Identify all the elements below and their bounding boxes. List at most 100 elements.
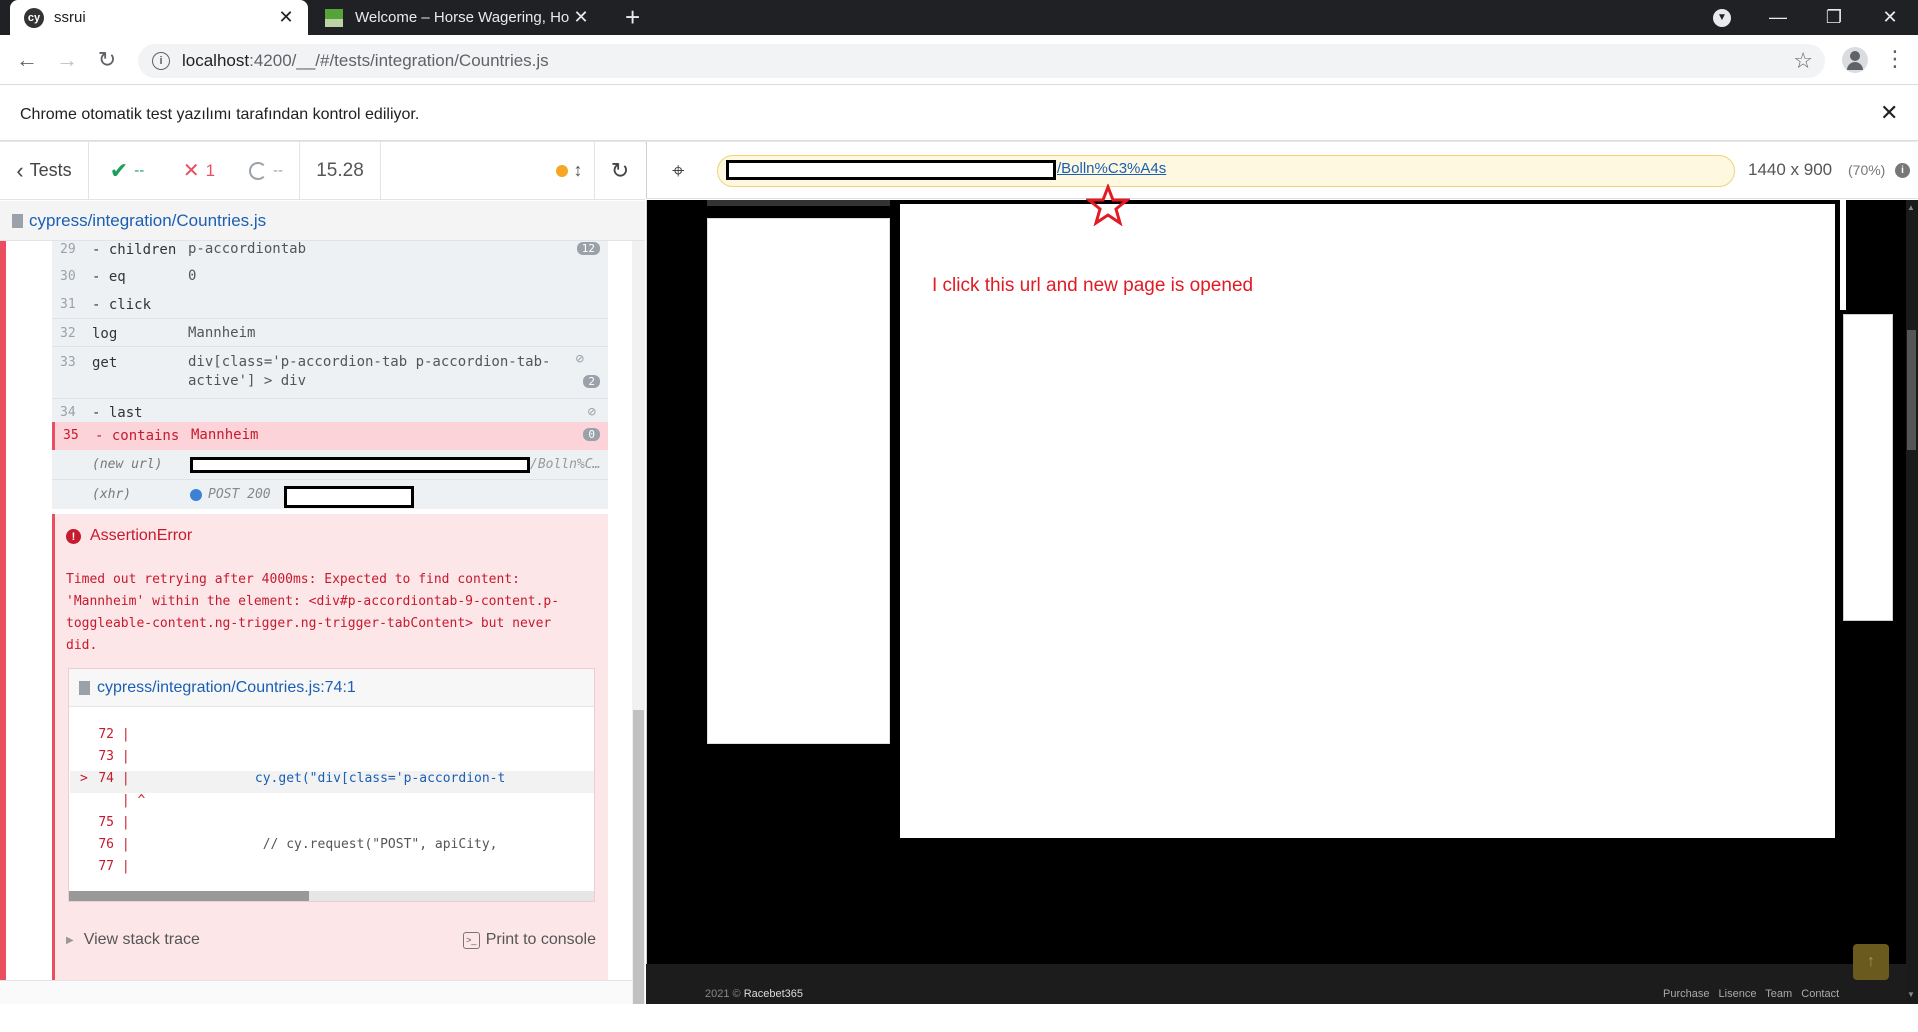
aut-left-tab	[707, 200, 890, 206]
forward-icon[interactable]: →	[54, 47, 80, 73]
eye-slash-icon: ⊘	[587, 404, 596, 420]
url-host: localhost	[182, 51, 250, 70]
file-icon	[79, 680, 90, 695]
reporter-scrollbar-thumb[interactable]	[633, 710, 644, 1004]
command-row[interactable]: 31 - click	[52, 291, 608, 319]
browser-tab-ssrui[interactable]: cy ssrui ✕	[10, 0, 308, 35]
scroll-arrows-icon: ↕	[573, 160, 583, 180]
footer-copyright: 2021 © Racebet365	[705, 988, 804, 1000]
code-line-highlighted: >74 | cy.get("div[class='p-accordion-t	[70, 771, 594, 793]
x-icon: ✕	[182, 160, 200, 182]
scroll-to-top-button[interactable]: ↑	[1853, 944, 1889, 980]
code-file-link[interactable]: cypress/integration/Countries.js:74:1	[97, 679, 356, 697]
cypress-icon: cy	[24, 7, 44, 28]
failed-test-indicator	[0, 241, 6, 981]
xhr-row[interactable]: (xhr) POST 200	[52, 481, 608, 509]
run-duration: 15.28	[316, 159, 364, 181]
redacted-aut-url	[726, 160, 1056, 180]
scroll-down-arrow-icon[interactable]: ▼	[1907, 990, 1915, 999]
site-info-icon[interactable]: i	[152, 52, 170, 70]
rerun-icon[interactable]: ↻	[595, 158, 645, 184]
tab-search-icon[interactable]: ▼	[1694, 0, 1750, 35]
viewport-size: 1440 x 900	[1748, 160, 1833, 179]
tab-title: Welcome – Horse Wagering, Hor	[355, 9, 569, 26]
triangle-right-icon: ▶	[66, 934, 74, 946]
failed-count[interactable]: ✕ 1	[165, 158, 233, 183]
terminal-icon: >_	[462, 931, 480, 949]
bookmark-star-icon[interactable]: ☆	[1793, 48, 1813, 74]
stack-trace-row: ▶ View stack trace >_ Print to console	[66, 925, 596, 955]
code-frame-header: cypress/integration/Countries.js:74:1	[69, 669, 594, 707]
command-row[interactable]: 32 log Mannheim	[52, 320, 608, 348]
profile-avatar-icon[interactable]	[1842, 47, 1868, 73]
code-line: 75 |	[98, 815, 130, 830]
star-annotation-icon	[1086, 184, 1130, 226]
eye-slash-icon: ⊘	[575, 351, 584, 367]
code-line: 73 |	[98, 749, 130, 764]
minimize-button[interactable]: —	[1750, 0, 1806, 35]
error-title: AssertionError	[90, 527, 193, 544]
info-icon[interactable]: i	[1895, 163, 1910, 178]
tests-label: Tests	[29, 160, 72, 180]
error-icon: !	[66, 529, 81, 544]
new-tab-button[interactable]: +	[625, 4, 640, 30]
tab-title: ssrui	[54, 9, 86, 26]
command-row-failed[interactable]: 35 - contains Mannheim 0	[52, 422, 608, 450]
close-icon[interactable]: ✕	[1880, 100, 1898, 126]
browser-tab-horse-wagering[interactable]: Welcome – Horse Wagering, Hor ✕	[317, 0, 603, 35]
infobar-text: Chrome otomatik test yazılımı tarafından…	[20, 106, 420, 123]
view-stack-trace-button[interactable]: View stack trace	[84, 931, 200, 949]
new-url-row[interactable]: (new url) /Bolln%C…	[52, 451, 608, 479]
command-row[interactable]: 30 - eq 0	[52, 263, 608, 291]
menu-kebab-icon[interactable]: ⋮	[1884, 46, 1906, 72]
close-icon[interactable]: ✕	[569, 7, 593, 28]
close-window-button[interactable]: ✕	[1862, 0, 1918, 35]
status-dot-icon	[555, 164, 568, 177]
reload-icon[interactable]: ↻	[94, 47, 120, 73]
aut-scrollbar[interactable]	[1906, 200, 1918, 1004]
check-icon: ✔	[109, 157, 129, 183]
annotation-text: I click this url and new page is opened	[932, 275, 1254, 296]
element-count-badge: 2	[583, 375, 600, 388]
footer-links[interactable]: Purchase Lisence Team Contact	[1663, 988, 1839, 1000]
auto-scroll-toggle[interactable]: ↕	[544, 160, 594, 181]
aut-sidebar-panel	[707, 218, 890, 744]
tests-button[interactable]: ‹ Tests	[0, 158, 88, 184]
aut-divider	[1840, 200, 1846, 310]
code-line: 76 | // cy.request("POST", apiCity,	[98, 837, 498, 852]
horse-site-icon	[325, 8, 343, 27]
chevron-left-icon: ‹	[16, 157, 24, 183]
passed-count[interactable]: ✔ --	[89, 158, 165, 184]
code-line: | ^	[121, 793, 146, 808]
code-line: 77 |	[98, 859, 130, 874]
redacted-xhr-url	[284, 486, 414, 508]
element-count-badge: 12	[576, 242, 600, 255]
file-icon	[12, 213, 23, 228]
viewport-zoom: (70%)	[1848, 162, 1886, 178]
back-icon[interactable]: ←	[14, 47, 40, 73]
command-row[interactable]: 29 - children p-accordiontab 12	[52, 236, 608, 264]
spec-path-link[interactable]: cypress/integration/Countries.js	[29, 211, 266, 231]
aut-scrollbar-thumb[interactable]	[1907, 330, 1916, 450]
arrow-up-icon: ↑	[1867, 953, 1875, 970]
code-line: 72 |	[98, 727, 130, 742]
redacted-url	[190, 457, 530, 473]
pending-count[interactable]: --	[233, 161, 299, 180]
pending-circle-icon	[249, 161, 267, 180]
restore-button[interactable]: ❐	[1806, 0, 1862, 35]
address-bar[interactable]: i localhost:4200/__/#/tests/integration/…	[138, 44, 1825, 78]
selector-playground-icon[interactable]: ⌖	[672, 158, 684, 184]
command-row[interactable]: 33 get div[class='p-accordion-tab p-acco…	[52, 349, 608, 397]
close-icon[interactable]: ✕	[274, 7, 298, 28]
error-message: Timed out retrying after 4000ms: Expecte…	[66, 572, 560, 653]
scroll-up-arrow-icon[interactable]: ▲	[1907, 203, 1915, 212]
reporter-header: ‹ Tests ✔ -- ✕ 1 -- 15.28 ↕ ↻	[0, 141, 645, 200]
window-bottom	[0, 1004, 1918, 1032]
aut-url-link[interactable]: /Bolln%C3%A4s	[1057, 160, 1166, 177]
code-scrollbar-thumb[interactable]	[69, 891, 309, 901]
spec-file-bar: cypress/integration/Countries.js	[0, 201, 645, 241]
print-to-console-button[interactable]: Print to console	[486, 931, 596, 949]
aut-right-panel	[1843, 314, 1893, 621]
element-count-badge: 0	[583, 428, 600, 441]
reporter-footer	[0, 980, 632, 1004]
